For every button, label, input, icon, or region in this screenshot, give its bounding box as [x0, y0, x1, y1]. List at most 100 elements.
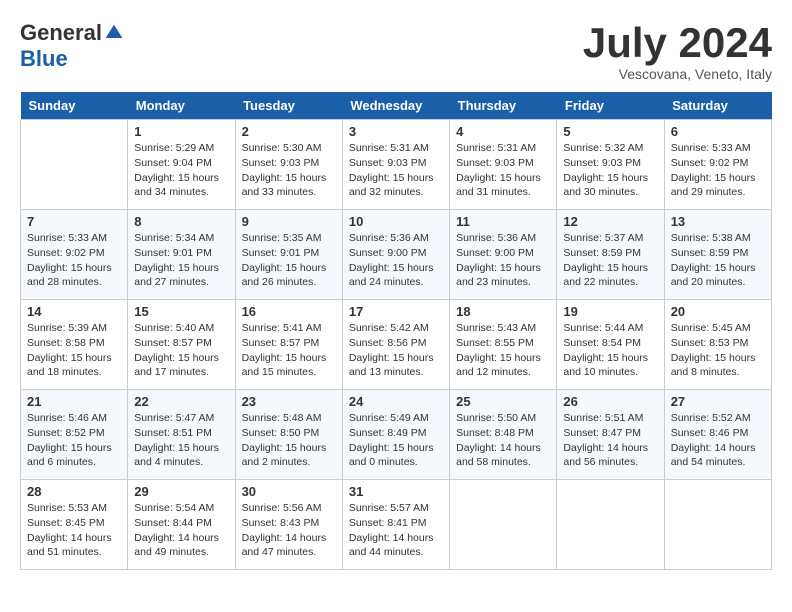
- cell-info: Sunrise: 5:30 AMSunset: 9:03 PMDaylight:…: [242, 141, 336, 200]
- week-row-1: 1 Sunrise: 5:29 AMSunset: 9:04 PMDaylight…: [21, 120, 772, 210]
- day-number: 14: [27, 304, 121, 319]
- calendar-cell: 16 Sunrise: 5:41 AMSunset: 8:57 PMDayligh…: [235, 300, 342, 390]
- day-number: 4: [456, 124, 550, 139]
- cell-info: Sunrise: 5:37 AMSunset: 8:59 PMDaylight:…: [563, 231, 657, 290]
- cell-info: Sunrise: 5:51 AMSunset: 8:47 PMDaylight:…: [563, 411, 657, 470]
- calendar-cell: 30 Sunrise: 5:56 AMSunset: 8:43 PMDayligh…: [235, 480, 342, 570]
- cell-info: Sunrise: 5:54 AMSunset: 8:44 PMDaylight:…: [134, 501, 228, 560]
- day-number: 26: [563, 394, 657, 409]
- day-number: 21: [27, 394, 121, 409]
- cell-info: Sunrise: 5:42 AMSunset: 8:56 PMDaylight:…: [349, 321, 443, 380]
- cell-info: Sunrise: 5:36 AMSunset: 9:00 PMDaylight:…: [456, 231, 550, 290]
- cell-info: Sunrise: 5:31 AMSunset: 9:03 PMDaylight:…: [456, 141, 550, 200]
- calendar-cell: 28 Sunrise: 5:53 AMSunset: 8:45 PMDayligh…: [21, 480, 128, 570]
- cell-info: Sunrise: 5:57 AMSunset: 8:41 PMDaylight:…: [349, 501, 443, 560]
- day-number: 23: [242, 394, 336, 409]
- calendar-cell: 7 Sunrise: 5:33 AMSunset: 9:02 PMDaylight…: [21, 210, 128, 300]
- calendar-cell: 23 Sunrise: 5:48 AMSunset: 8:50 PMDayligh…: [235, 390, 342, 480]
- day-number: 16: [242, 304, 336, 319]
- cell-info: Sunrise: 5:45 AMSunset: 8:53 PMDaylight:…: [671, 321, 765, 380]
- day-number: 22: [134, 394, 228, 409]
- page-header: General Blue July 2024 Vescovana, Veneto…: [20, 20, 772, 82]
- calendar-cell: 25 Sunrise: 5:50 AMSunset: 8:48 PMDayligh…: [450, 390, 557, 480]
- calendar-cell: 26 Sunrise: 5:51 AMSunset: 8:47 PMDayligh…: [557, 390, 664, 480]
- day-number: 6: [671, 124, 765, 139]
- calendar-cell: 3 Sunrise: 5:31 AMSunset: 9:03 PMDaylight…: [342, 120, 449, 210]
- day-number: 30: [242, 484, 336, 499]
- day-number: 10: [349, 214, 443, 229]
- calendar-cell: 13 Sunrise: 5:38 AMSunset: 8:59 PMDayligh…: [664, 210, 771, 300]
- calendar-cell: 2 Sunrise: 5:30 AMSunset: 9:03 PMDaylight…: [235, 120, 342, 210]
- day-header-tuesday: Tuesday: [235, 92, 342, 120]
- day-number: 9: [242, 214, 336, 229]
- calendar-cell: 4 Sunrise: 5:31 AMSunset: 9:03 PMDaylight…: [450, 120, 557, 210]
- calendar-table: SundayMondayTuesdayWednesdayThursdayFrid…: [20, 92, 772, 570]
- calendar-cell: 19Sunrise: 5:44 AMSunset: 8:54 PMDayligh…: [557, 300, 664, 390]
- calendar-cell: 15 Sunrise: 5:40 AMSunset: 8:57 PMDayligh…: [128, 300, 235, 390]
- cell-info: Sunrise: 5:41 AMSunset: 8:57 PMDaylight:…: [242, 321, 336, 380]
- logo: General Blue: [20, 20, 124, 72]
- day-number: 13: [671, 214, 765, 229]
- cell-info: Sunrise: 5:38 AMSunset: 8:59 PMDaylight:…: [671, 231, 765, 290]
- calendar-cell: 29 Sunrise: 5:54 AMSunset: 8:44 PMDayligh…: [128, 480, 235, 570]
- day-header-saturday: Saturday: [664, 92, 771, 120]
- calendar-cell: 21 Sunrise: 5:46 AMSunset: 8:52 PMDayligh…: [21, 390, 128, 480]
- day-number: 27: [671, 394, 765, 409]
- cell-info: Sunrise: 5:50 AMSunset: 8:48 PMDaylight:…: [456, 411, 550, 470]
- calendar-cell: 31 Sunrise: 5:57 AMSunset: 8:41 PMDayligh…: [342, 480, 449, 570]
- week-row-3: 14 Sunrise: 5:39 AMSunset: 8:58 PMDayligh…: [21, 300, 772, 390]
- day-number: 15: [134, 304, 228, 319]
- calendar-cell: 22Sunrise: 5:47 AMSunset: 8:51 PMDayligh…: [128, 390, 235, 480]
- calendar-cell: 14 Sunrise: 5:39 AMSunset: 8:58 PMDayligh…: [21, 300, 128, 390]
- cell-info: Sunrise: 5:34 AMSunset: 9:01 PMDaylight:…: [134, 231, 228, 290]
- cell-info: Sunrise: 5:48 AMSunset: 8:50 PMDaylight:…: [242, 411, 336, 470]
- day-number: 29: [134, 484, 228, 499]
- calendar-cell: [664, 480, 771, 570]
- calendar-cell: [21, 120, 128, 210]
- calendar-cell: 20Sunrise: 5:45 AMSunset: 8:53 PMDayligh…: [664, 300, 771, 390]
- day-number: 18: [456, 304, 550, 319]
- cell-info: Sunrise: 5:32 AMSunset: 9:03 PMDaylight:…: [563, 141, 657, 200]
- calendar-cell: 17 Sunrise: 5:42 AMSunset: 8:56 PMDayligh…: [342, 300, 449, 390]
- day-header-row: SundayMondayTuesdayWednesdayThursdayFrid…: [21, 92, 772, 120]
- calendar-cell: 11 Sunrise: 5:36 AMSunset: 9:00 PMDayligh…: [450, 210, 557, 300]
- calendar-cell: [557, 480, 664, 570]
- cell-info: Sunrise: 5:40 AMSunset: 8:57 PMDaylight:…: [134, 321, 228, 380]
- cell-info: Sunrise: 5:56 AMSunset: 8:43 PMDaylight:…: [242, 501, 336, 560]
- week-row-4: 21 Sunrise: 5:46 AMSunset: 8:52 PMDayligh…: [21, 390, 772, 480]
- cell-info: Sunrise: 5:31 AMSunset: 9:03 PMDaylight:…: [349, 141, 443, 200]
- cell-info: Sunrise: 5:53 AMSunset: 8:45 PMDaylight:…: [27, 501, 121, 560]
- day-number: 25: [456, 394, 550, 409]
- location-subtitle: Vescovana, Veneto, Italy: [583, 66, 772, 82]
- week-row-2: 7 Sunrise: 5:33 AMSunset: 9:02 PMDaylight…: [21, 210, 772, 300]
- calendar-cell: 8Sunrise: 5:34 AMSunset: 9:01 PMDaylight…: [128, 210, 235, 300]
- day-header-thursday: Thursday: [450, 92, 557, 120]
- day-header-monday: Monday: [128, 92, 235, 120]
- calendar-cell: 24Sunrise: 5:49 AMSunset: 8:49 PMDayligh…: [342, 390, 449, 480]
- day-number: 2: [242, 124, 336, 139]
- logo-icon: [104, 23, 124, 43]
- day-number: 1: [134, 124, 228, 139]
- week-row-5: 28 Sunrise: 5:53 AMSunset: 8:45 PMDayligh…: [21, 480, 772, 570]
- logo-blue-text: Blue: [20, 46, 68, 72]
- day-number: 3: [349, 124, 443, 139]
- cell-info: Sunrise: 5:46 AMSunset: 8:52 PMDaylight:…: [27, 411, 121, 470]
- cell-info: Sunrise: 5:29 AMSunset: 9:04 PMDaylight:…: [134, 141, 228, 200]
- cell-info: Sunrise: 5:33 AMSunset: 9:02 PMDaylight:…: [27, 231, 121, 290]
- day-number: 31: [349, 484, 443, 499]
- day-number: 28: [27, 484, 121, 499]
- cell-info: Sunrise: 5:35 AMSunset: 9:01 PMDaylight:…: [242, 231, 336, 290]
- calendar-cell: 1 Sunrise: 5:29 AMSunset: 9:04 PMDaylight…: [128, 120, 235, 210]
- calendar-cell: 5 Sunrise: 5:32 AMSunset: 9:03 PMDaylight…: [557, 120, 664, 210]
- day-number: 11: [456, 214, 550, 229]
- day-number: 7: [27, 214, 121, 229]
- calendar-cell: 9 Sunrise: 5:35 AMSunset: 9:01 PMDaylight…: [235, 210, 342, 300]
- month-title: July 2024: [583, 20, 772, 66]
- cell-info: Sunrise: 5:39 AMSunset: 8:58 PMDaylight:…: [27, 321, 121, 380]
- day-number: 17: [349, 304, 443, 319]
- calendar-cell: 10Sunrise: 5:36 AMSunset: 9:00 PMDayligh…: [342, 210, 449, 300]
- cell-info: Sunrise: 5:44 AMSunset: 8:54 PMDaylight:…: [563, 321, 657, 380]
- cell-info: Sunrise: 5:49 AMSunset: 8:49 PMDaylight:…: [349, 411, 443, 470]
- day-number: 5: [563, 124, 657, 139]
- cell-info: Sunrise: 5:43 AMSunset: 8:55 PMDaylight:…: [456, 321, 550, 380]
